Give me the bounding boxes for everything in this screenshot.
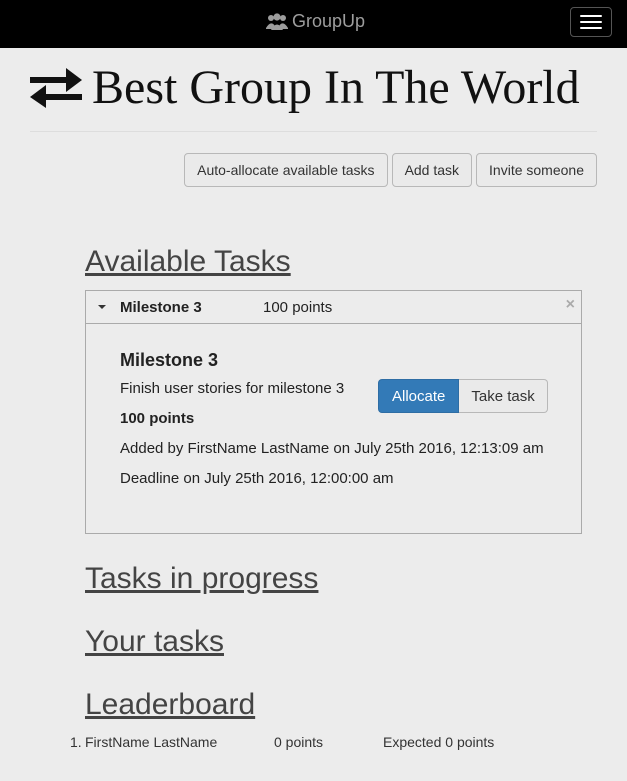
take-task-button[interactable]: Take task <box>459 379 548 413</box>
leaderboard-name: FirstName LastName <box>85 734 218 750</box>
task-header-points: 100 points <box>263 299 333 316</box>
divider <box>30 131 597 132</box>
task-title: Milestone 3 <box>120 350 219 370</box>
add-task-button[interactable]: Add task <box>391 153 473 187</box>
available-tasks-heading[interactable]: Available Tasks <box>85 245 291 279</box>
leaderboard-points: 0 points <box>274 734 324 750</box>
users-icon <box>266 12 288 30</box>
page-title: Best Group In The World <box>30 60 580 116</box>
leaderboard-expected: Expected 0 points <box>383 734 495 750</box>
task-added-by: Added by FirstName LastName on July 25th… <box>120 440 544 457</box>
close-icon[interactable]: × <box>566 296 575 314</box>
hamburger-icon-bar <box>580 27 602 29</box>
task-card-header[interactable]: Milestone 3 100 points × <box>86 291 581 324</box>
task-header-title: Milestone 3 <box>120 299 202 316</box>
group-title: Best Group In The World <box>92 61 580 114</box>
action-toolbar: Auto-allocate available tasks Add task I… <box>184 153 597 187</box>
brand-label: GroupUp <box>292 11 366 31</box>
task-card: Milestone 3 100 points × Milestone 3 Fin… <box>85 290 582 534</box>
task-points: 100 points <box>120 410 195 427</box>
allocate-button[interactable]: Allocate <box>378 379 460 413</box>
exchange-arrows-icon <box>30 68 82 108</box>
task-deadline: Deadline on July 25th 2016, 12:00:00 am <box>120 470 394 487</box>
brand-link[interactable]: GroupUp <box>266 11 365 32</box>
task-button-group: Allocate Take task <box>378 379 548 413</box>
leaderboard-rank: 1. <box>70 734 82 750</box>
auto-allocate-button[interactable]: Auto-allocate available tasks <box>184 153 388 187</box>
leaderboard-heading[interactable]: Leaderboard <box>85 688 255 722</box>
menu-toggle-button[interactable] <box>570 7 612 37</box>
tasks-in-progress-heading[interactable]: Tasks in progress <box>85 562 318 596</box>
caret-down-icon[interactable] <box>98 305 106 309</box>
invite-button[interactable]: Invite someone <box>476 153 597 187</box>
navbar: GroupUp <box>0 0 627 48</box>
task-description: Finish user stories for milestone 3 <box>120 380 345 397</box>
hamburger-icon-bar <box>580 21 602 23</box>
your-tasks-heading[interactable]: Your tasks <box>85 625 224 659</box>
hamburger-icon-bar <box>580 15 602 17</box>
